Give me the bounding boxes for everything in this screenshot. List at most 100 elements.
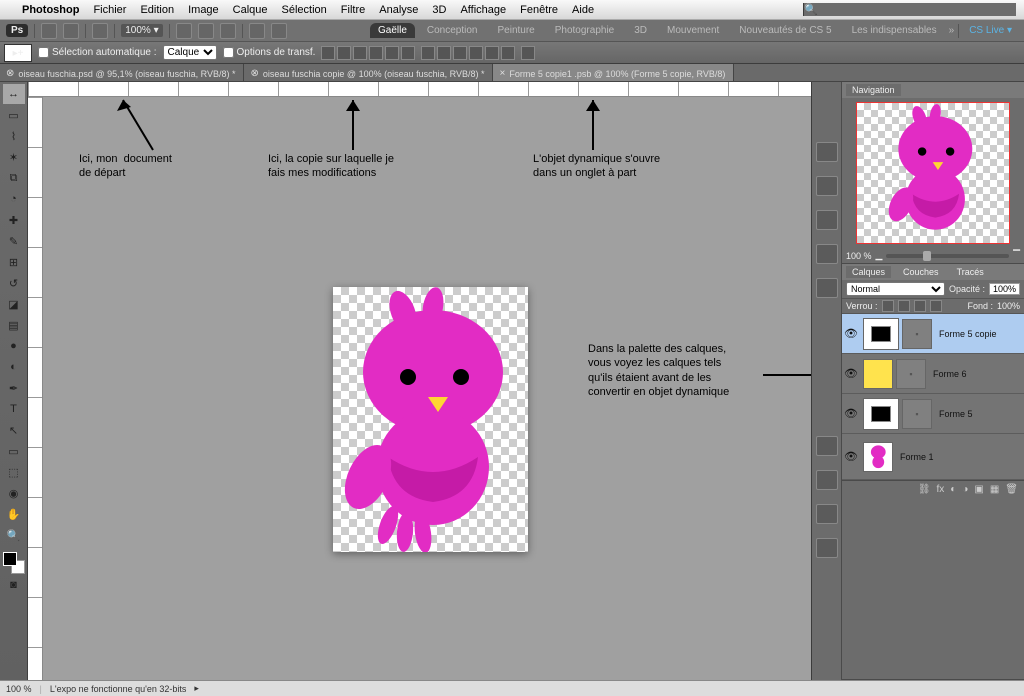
color-swatches[interactable]: [3, 552, 25, 574]
mask-icon[interactable]: ◐: [950, 484, 956, 495]
fg-color-swatch[interactable]: [3, 552, 17, 566]
ws-gaelle[interactable]: Gaëlle: [370, 23, 415, 38]
panel-icon[interactable]: [816, 244, 838, 264]
visibility-icon[interactable]: 👁: [842, 407, 860, 420]
layer-thumb[interactable]: [863, 318, 899, 350]
menu-selection[interactable]: Sélection: [282, 4, 327, 16]
doc-tab-0[interactable]: ⊗oiseau fuschia.psd @ 95,1% (oiseau fusc…: [0, 64, 244, 81]
visibility-icon[interactable]: 👁: [842, 450, 860, 463]
align-icon[interactable]: [337, 46, 351, 60]
rotate-view-icon[interactable]: [220, 23, 236, 39]
panel-icon[interactable]: [816, 142, 838, 162]
dodge-tool-icon[interactable]: ◐: [3, 357, 25, 377]
layer-name[interactable]: Forme 1: [896, 452, 1020, 462]
new-layer-icon[interactable]: ▦: [990, 484, 999, 495]
fx-icon[interactable]: fx: [937, 484, 945, 495]
current-tool-icon[interactable]: ▸+: [4, 44, 32, 62]
move-tool-icon[interactable]: ↔: [3, 84, 25, 104]
zoom-in-icon[interactable]: ▔: [1013, 250, 1020, 261]
history-brush-icon[interactable]: ↺: [3, 273, 25, 293]
link-layers-icon[interactable]: ⛓: [918, 484, 931, 495]
lock-all-icon[interactable]: [930, 300, 942, 312]
layer-row[interactable]: 👁 Forme 1: [842, 434, 1024, 480]
type-tool-icon[interactable]: T: [3, 399, 25, 419]
show-transform-checkbox[interactable]: Options de transf.: [223, 47, 316, 58]
group-icon[interactable]: ▣: [974, 484, 983, 495]
3d-camera-icon[interactable]: ◉: [3, 483, 25, 503]
menu-3d[interactable]: 3D: [432, 4, 446, 16]
quickmask-icon[interactable]: ◙: [3, 575, 25, 595]
panel-icon[interactable]: [816, 538, 838, 558]
zoom-tool-icon[interactable]: [198, 23, 214, 39]
path-select-icon[interactable]: ↖: [3, 420, 25, 440]
layer-thumb[interactable]: [863, 398, 899, 430]
menu-aide[interactable]: Aide: [572, 4, 594, 16]
distribute-icon[interactable]: [421, 46, 435, 60]
menu-fichier[interactable]: Fichier: [93, 4, 126, 16]
align-icon[interactable]: [385, 46, 399, 60]
launch-bridge-icon[interactable]: [41, 23, 57, 39]
opacity-field[interactable]: 100%: [989, 283, 1020, 295]
menu-filtre[interactable]: Filtre: [341, 4, 365, 16]
ws-conception[interactable]: Conception: [419, 23, 486, 38]
brush-tool-icon[interactable]: ✎: [3, 231, 25, 251]
ruler-vertical[interactable]: [28, 97, 43, 680]
eyedropper-tool-icon[interactable]: ◔: [3, 189, 25, 209]
layer-name[interactable]: Forme 6: [929, 369, 1020, 379]
distribute-icon[interactable]: [469, 46, 483, 60]
distribute-icon[interactable]: [453, 46, 467, 60]
layer-row[interactable]: 👁 ▪ Forme 6: [842, 354, 1024, 394]
close-icon[interactable]: ⊗: [6, 68, 14, 79]
panel-icon[interactable]: [816, 504, 838, 524]
launch-mini-bridge-icon[interactable]: [63, 23, 79, 39]
visibility-icon[interactable]: 👁: [842, 367, 860, 380]
channels-tab[interactable]: Couches: [897, 266, 945, 278]
doc-tab-1[interactable]: ⊗oiseau fuschia copie @ 100% (oiseau fus…: [244, 64, 493, 81]
layer-mask-thumb[interactable]: ▪: [896, 359, 926, 389]
hand-tool-icon[interactable]: [176, 23, 192, 39]
crop-tool-icon[interactable]: ⧉: [3, 168, 25, 188]
nav-preview[interactable]: [856, 102, 1010, 244]
status-chevron-icon[interactable]: ▸: [194, 683, 199, 694]
arrange-documents-icon[interactable]: [249, 23, 265, 39]
quick-select-tool-icon[interactable]: ✶: [3, 147, 25, 167]
distribute-icon[interactable]: [437, 46, 451, 60]
3d-tool-icon[interactable]: ⬚: [3, 462, 25, 482]
lock-transparency-icon[interactable]: [882, 300, 894, 312]
menu-calque[interactable]: Calque: [233, 4, 268, 16]
layer-mask-thumb[interactable]: ▪: [902, 319, 932, 349]
ws-peinture[interactable]: Peinture: [489, 23, 542, 38]
nav-zoom-slider[interactable]: [886, 254, 1009, 258]
adjustment-icon[interactable]: ◑: [962, 484, 968, 495]
ws-indispensables[interactable]: Les indispensables: [844, 23, 945, 38]
align-icon[interactable]: [401, 46, 415, 60]
lasso-tool-icon[interactable]: ⌇: [3, 126, 25, 146]
align-icon[interactable]: [353, 46, 367, 60]
menu-affichage[interactable]: Affichage: [460, 4, 506, 16]
ws-mouvement[interactable]: Mouvement: [659, 23, 727, 38]
blend-mode-select[interactable]: Normal: [846, 282, 945, 296]
screen-mode-icon[interactable]: [271, 23, 287, 39]
healing-tool-icon[interactable]: ✚: [3, 210, 25, 230]
ws-3d[interactable]: 3D: [626, 23, 655, 38]
distribute-icon[interactable]: [501, 46, 515, 60]
panel-icon[interactable]: [816, 436, 838, 456]
status-zoom[interactable]: 100 %: [6, 684, 32, 694]
auto-align-button[interactable]: [521, 46, 535, 60]
lock-pixels-icon[interactable]: [898, 300, 910, 312]
marquee-tool-icon[interactable]: ▭: [3, 105, 25, 125]
visibility-icon[interactable]: 👁: [842, 327, 860, 340]
app-name[interactable]: Photoshop: [22, 4, 79, 16]
pen-tool-icon[interactable]: ✒: [3, 378, 25, 398]
align-icon[interactable]: [321, 46, 335, 60]
zoom-out-icon[interactable]: ▁: [876, 250, 883, 261]
doc-tab-2[interactable]: ×Forme 5 copie1 .psb @ 100% (Forme 5 cop…: [493, 64, 734, 81]
ws-nouveautes[interactable]: Nouveautés de CS 5: [731, 23, 839, 38]
panel-icon[interactable]: [816, 210, 838, 230]
canvas[interactable]: Ici, mon document de départ Ici, la copi…: [43, 97, 811, 680]
lock-position-icon[interactable]: [914, 300, 926, 312]
layer-thumb[interactable]: [863, 359, 893, 389]
close-icon[interactable]: ×: [499, 68, 505, 79]
ws-more-icon[interactable]: »: [949, 25, 955, 36]
paths-tab[interactable]: Tracés: [951, 266, 990, 278]
